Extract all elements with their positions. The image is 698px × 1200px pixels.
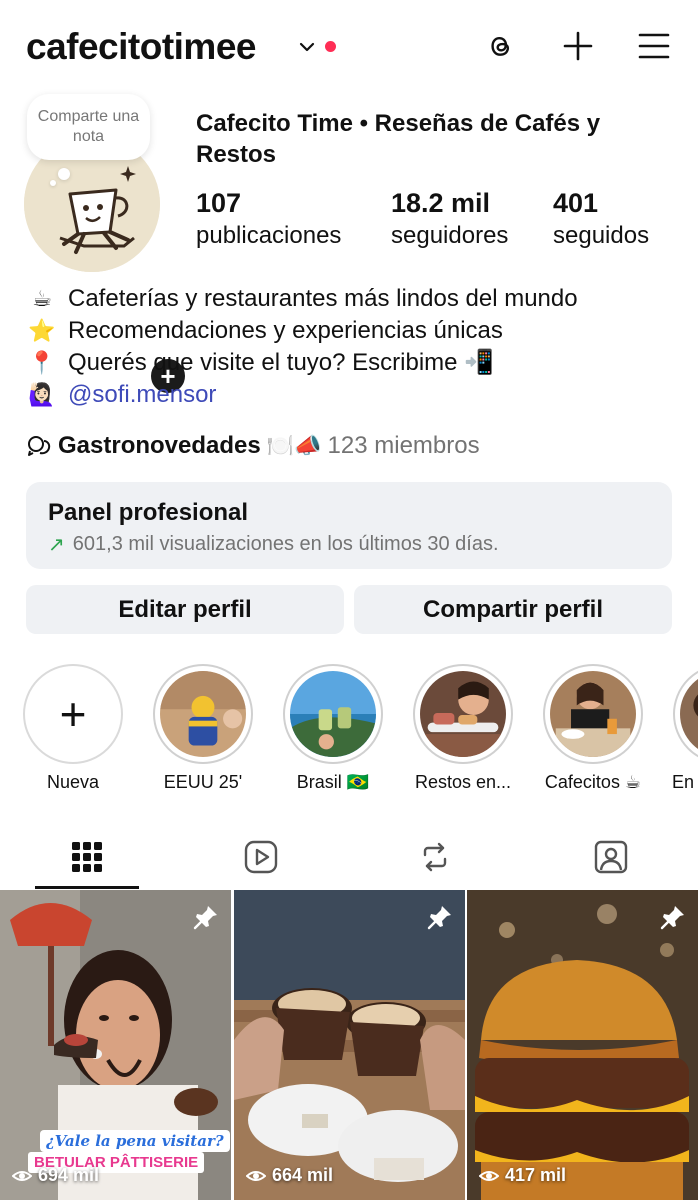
highlight-ring (283, 664, 383, 764)
bio-text: Recomendaciones y experiencias únicas (68, 317, 503, 344)
stat-posts-value: 107 (196, 188, 242, 218)
highlight-cover (160, 671, 246, 757)
highlight-brasil[interactable]: Brasil 🇧🇷 (278, 664, 388, 793)
highlight-cover (290, 671, 376, 757)
share-profile-button[interactable]: Compartir perfil (354, 585, 672, 634)
reels-icon (244, 840, 278, 874)
chevron-down-icon[interactable] (298, 40, 316, 54)
highlight-cover (550, 671, 636, 757)
highlight-eeuu[interactable]: EEUU 25' (148, 664, 258, 793)
trend-up-icon: ↗ (48, 534, 65, 556)
post-thumbnail[interactable]: ¿Vale la pena visitar? BETULAR PÂTTISERI… (0, 890, 231, 1200)
channel-chat-icon (28, 436, 51, 456)
stat-followers-label: seguidores (391, 222, 509, 249)
post-overlay-question: ¿Vale la pena visitar? (40, 1130, 230, 1152)
highlight-ring (153, 664, 253, 764)
pin-emoji: 📍 (28, 350, 56, 375)
post-views-count: 694 mil (38, 1165, 100, 1185)
pinned-icon (427, 906, 451, 930)
panel-title: Panel profesional (48, 499, 249, 526)
posts-grid: ¿Vale la pena visitar? BETULAR PÂTTISERI… (0, 890, 698, 1200)
eye-icon (246, 1170, 266, 1181)
highlight-ring: + (23, 664, 123, 764)
post-image (467, 890, 698, 1200)
display-name: Cafecito Time • Reseñas de Cafés y Resto… (196, 110, 601, 168)
stat-followers[interactable]: 18.2 mil seguidores (391, 186, 508, 252)
notification-dot (325, 41, 336, 52)
highlight-ring (673, 664, 698, 764)
bio-line: 🙋🏻‍♀️ @sofi.mensor (26, 379, 686, 411)
pinned-icon (660, 906, 684, 930)
post-thumbnail[interactable]: 417 mil (467, 890, 698, 1200)
highlight-label: Brasil 🇧🇷 (296, 772, 370, 792)
channel-members: 123 miembros (327, 432, 480, 459)
mention-link[interactable]: @sofi.mensor (68, 379, 216, 411)
highlight-ring (543, 664, 643, 764)
create-plus-icon[interactable] (560, 28, 596, 64)
story-highlights: + Nueva EEUU 25' Brasil 🇧🇷 Restos en... … (0, 660, 698, 800)
highlight-label: Nueva (46, 772, 100, 792)
bio: ☕ Cafeterías y restaurantes más lindos d… (26, 283, 686, 411)
menu-icon[interactable] (636, 28, 672, 64)
channel-emoji: 🍽️📣 (266, 433, 322, 458)
bio-text: Cafeterías y restaurantes más lindos del… (68, 285, 578, 312)
stat-following-value: 401 (553, 188, 599, 218)
post-image (234, 890, 465, 1200)
edit-profile-button[interactable]: Editar perfil (26, 585, 344, 634)
top-bar: cafecitotimee (0, 0, 698, 96)
panel-subtitle-text: 601,3 mil visualizaciones en los últimos… (72, 533, 499, 555)
highlight-cafecitos[interactable]: Cafecitos ☕ (538, 664, 648, 793)
highlight-restos[interactable]: Restos en... (408, 664, 518, 793)
bio-text: Querés que visite el tuyo? Escribime 📲 (68, 349, 495, 376)
coffee-emoji: ☕ (32, 286, 52, 311)
person-raising-hand-emoji: 🙋🏻‍♀️ (28, 382, 56, 407)
eye-icon (479, 1170, 499, 1181)
highlight-en[interactable]: En (668, 664, 698, 793)
bio-line: 📍 Querés que visite el tuyo? Escribime 📲 (26, 347, 686, 379)
post-views-count: 664 mil (272, 1165, 334, 1185)
post-thumbnail[interactable]: 664 mil (234, 890, 465, 1200)
post-views-count: 417 mil (505, 1165, 567, 1185)
highlight-label: Restos en... (414, 772, 512, 792)
stat-following-label: seguidos (553, 222, 650, 249)
highlight-label: Cafecitos ☕ (544, 772, 642, 792)
plus-icon: + (59, 688, 87, 740)
pinned-icon (193, 906, 217, 930)
tab-tagged[interactable] (524, 824, 698, 890)
stat-posts-label: publicaciones (196, 222, 342, 249)
highlight-new[interactable]: + Nueva (18, 664, 128, 793)
profile-tabs (0, 824, 698, 890)
note-bubble-tail (58, 168, 70, 180)
bio-line: ☕ Cafeterías y restaurantes más lindos d… (26, 283, 686, 315)
broadcast-channel-link[interactable]: Gastronovedades 🍽️📣 123 miembros (26, 432, 480, 460)
username-switcher[interactable]: cafecitotimee (26, 26, 257, 68)
tab-posts[interactable] (0, 824, 174, 890)
note-bubble[interactable]: Comparte una nota (27, 94, 150, 160)
post-views: 694 mil (12, 1165, 99, 1186)
active-tab-indicator (35, 886, 139, 889)
stat-following[interactable]: 401 seguidos (553, 186, 649, 252)
highlight-cover (680, 671, 698, 757)
stat-posts[interactable]: 107 publicaciones (196, 186, 341, 252)
posts-grid-icon (72, 842, 102, 872)
professional-dashboard[interactable]: Panel profesional ↗ 601,3 mil visualizac… (26, 482, 672, 569)
tagged-icon (594, 840, 628, 874)
panel-subtitle: ↗ 601,3 mil visualizaciones en los últim… (48, 532, 499, 557)
bio-line: ⭐ Recomendaciones y experiencias únicas (26, 315, 686, 347)
highlight-label: EEUU 25' (163, 772, 243, 792)
tab-reposts[interactable] (348, 824, 522, 890)
tab-reels[interactable] (174, 824, 348, 890)
channel-name: Gastronovedades (58, 432, 261, 459)
highlight-ring (413, 664, 513, 764)
eye-icon (12, 1170, 32, 1181)
post-views: 417 mil (479, 1165, 566, 1186)
note-bubble-tail-small (50, 180, 56, 186)
stat-followers-value: 18.2 mil (391, 188, 491, 218)
post-views: 664 mil (246, 1165, 333, 1186)
star-emoji: ⭐ (28, 318, 56, 343)
reposts-icon (423, 842, 447, 872)
highlight-label: En (672, 772, 695, 792)
threads-icon[interactable] (482, 28, 518, 64)
highlight-cover (420, 671, 506, 757)
